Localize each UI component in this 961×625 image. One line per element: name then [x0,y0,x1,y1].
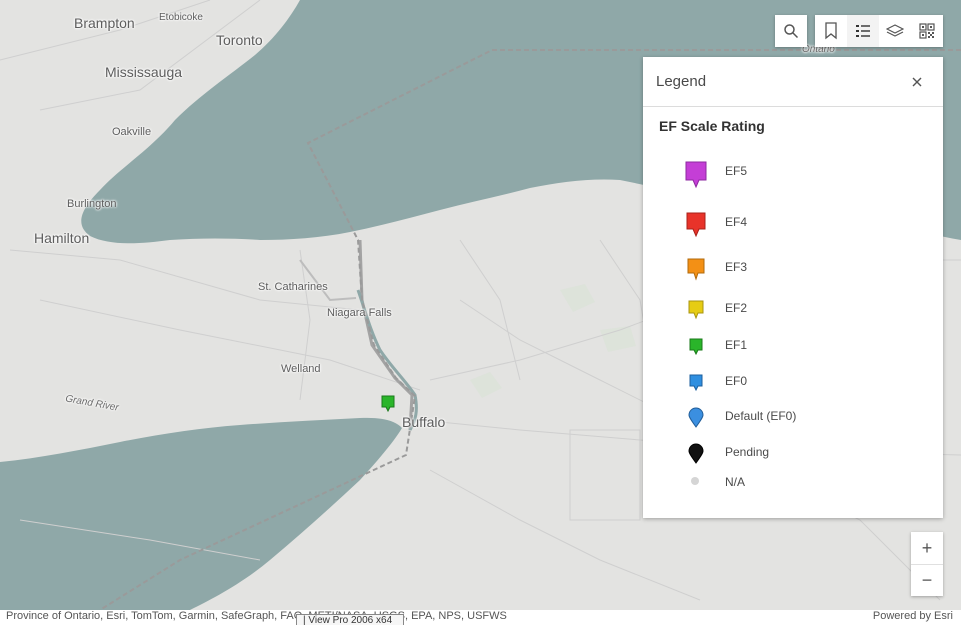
powered-by-esri[interactable]: Powered by Esri [873,610,953,622]
pin-square-icon [689,374,703,392]
place-label-niagara-falls: Niagara Falls [327,307,392,319]
pin-round-icon [688,443,704,464]
legend-item-label: EF3 [725,260,748,274]
legend-item-label: EF5 [725,164,748,178]
qr-code-icon [919,23,935,39]
bookmark-icon [825,22,837,40]
legend-layer-title: EF Scale Rating [659,118,765,134]
legend-item-label: EF1 [725,338,748,352]
legend-item-ef3: EF3 [643,257,943,287]
legend-list-icon [856,25,870,37]
attribution-text: Province of Ontario, Esri, TomTom, Garmi… [6,610,507,622]
pin-square-icon [686,212,706,238]
search-icon [784,24,799,39]
legend-item-default-ef0: Default (EF0) [643,407,943,437]
legend-header: Legend [643,57,943,107]
legend-item-ef0: EF0 [643,373,943,403]
legend-item-label: Pending [725,445,770,459]
place-label-welland: Welland [281,363,321,375]
legend-item-label: N/A [725,475,746,489]
legend-button[interactable] [847,15,879,47]
place-label-hamilton: Hamilton [34,230,90,246]
pin-square-icon [687,258,705,281]
bookmarks-button[interactable] [815,15,847,47]
place-label-buffalo: Buffalo [402,414,446,430]
legend-item-label: EF2 [725,301,748,315]
place-label-burlington: Burlington [67,198,117,210]
map-pin-icon [381,395,395,413]
pin-round-icon [688,407,704,428]
legend-item-label: EF4 [725,215,748,229]
legend-title: Legend [656,73,707,90]
place-label-etobicoke: Etobicoke [159,12,203,23]
place-label-mississauga: Mississauga [105,64,183,80]
legend-item-pending: Pending [643,443,943,473]
zoom-out-button[interactable]: − [911,564,943,596]
dot-icon [691,477,699,485]
place-label-brampton: Brampton [74,15,135,31]
zoom-in-button[interactable]: + [911,532,943,564]
pin-square-icon [688,300,704,320]
widget-toolbar [815,15,943,47]
close-button[interactable] [909,74,925,90]
legend-item-label: EF0 [725,374,748,388]
layers-icon [886,24,904,37]
search-button[interactable] [775,15,807,47]
lake-erie [0,417,402,610]
close-icon [912,77,922,87]
legend-item-ef5: EF5 [643,160,943,190]
legend-item-na: N/A [643,475,943,505]
pin-square-icon [689,338,703,356]
attribution-bar: Province of Ontario, Esri, TomTom, Garmi… [0,610,961,625]
legend-item-label: Default (EF0) [725,409,797,423]
search-toolbar [775,15,807,47]
tornado-marker-ef1[interactable] [381,395,395,418]
zoom-control: + − [911,532,943,596]
basemap-gallery-button[interactable] [911,15,943,47]
legend-item-ef2: EF2 [643,299,943,329]
pin-square-icon [685,161,707,189]
place-label-oakville: Oakville [112,126,152,138]
place-label-toronto: Toronto [216,32,263,48]
legend-item-ef1: EF1 [643,337,943,367]
tooltip: | View Pro 2006 x64 [296,614,404,625]
legend-item-ef4: EF4 [643,211,943,241]
place-label-st-catharines: St. Catharines [258,281,328,293]
legend-panel: Legend EF Scale Rating EF5 EF4 EF3 EF2 E… [643,57,943,518]
layer-list-button[interactable] [879,15,911,47]
